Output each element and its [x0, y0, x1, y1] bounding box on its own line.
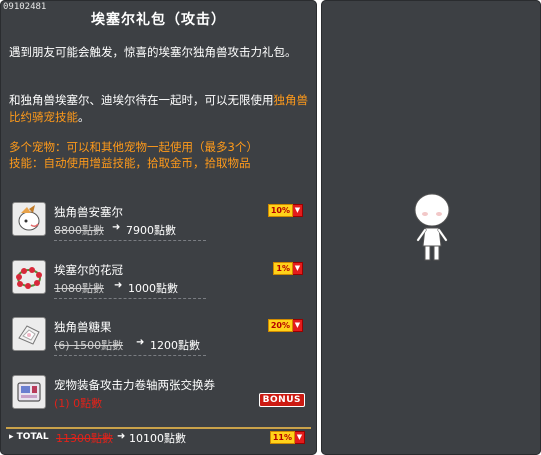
discount-percent: 11%	[269, 431, 295, 444]
usage-note-main: 和独角兽埃塞尔、迪埃尔待在一起时，可以无限使用	[9, 93, 274, 107]
discount-badge: 10% ▼	[267, 204, 303, 217]
arrow-right-icon: ➜	[136, 337, 145, 348]
package-item[interactable]: 宠物装备攻击力卷轴两张交换券 (1) 0點數 BONUS	[10, 371, 307, 419]
item-original-price: (6) 1500點數	[54, 339, 124, 352]
total-label-text: TOTAL	[16, 432, 49, 442]
package-description: 遇到朋友可能会触发，惊喜的埃塞尔独角兽攻击力礼包。	[9, 45, 297, 59]
candy-icon	[12, 317, 46, 351]
item-name: 独角兽安塞尔	[54, 205, 123, 219]
divider	[54, 240, 206, 241]
character-preview-panel	[321, 0, 541, 455]
arrow-down-icon: ▼	[295, 431, 305, 444]
multi-pet-note: 多个宠物：可以和其他宠物一起使用（最多3个）	[9, 140, 258, 154]
unicorn-pet-icon	[12, 202, 46, 236]
discount-percent: 10%	[267, 204, 293, 217]
arrow-down-icon: ▼	[293, 204, 303, 217]
bonus-badge: BONUS	[258, 393, 305, 407]
total-label: ▸ TOTAL	[9, 432, 49, 442]
item-sale-price: 1200點數	[150, 339, 200, 352]
package-title: 埃塞尔礼包（攻击）	[91, 12, 226, 28]
item-name: 宠物装备攻击力卷轴两张交换券	[54, 378, 215, 392]
item-sale-price: 1000點數	[128, 282, 178, 295]
arrow-right-icon: ➜	[114, 280, 123, 291]
skills-note: 技能：自动使用增益技能，拾取金币，拾取物品	[9, 156, 251, 170]
total-original-price: 11300點數	[56, 432, 113, 445]
item-original-price: (1) 0點數	[54, 397, 103, 410]
package-usage-note: 和独角兽埃塞尔、迪埃尔待在一起时，可以无限使用独角兽比约骑宠技能。	[9, 92, 309, 126]
flower-crown-icon	[12, 260, 46, 294]
arrow-down-icon: ▼	[293, 319, 303, 332]
discount-percent: 1%	[273, 262, 293, 275]
arrow-right-icon: ➜	[117, 431, 126, 442]
item-name: 独角兽糖果	[54, 320, 112, 334]
character-preview-avatar	[409, 190, 455, 265]
item-original-price: 1080點數	[54, 282, 104, 295]
discount-percent: 20%	[267, 319, 293, 332]
package-item[interactable]: 埃塞尔的花冠 1080點數 ➜ 1000點數 1% ▼	[10, 256, 307, 304]
item-name: 埃塞尔的花冠	[54, 263, 123, 277]
divider	[54, 355, 206, 356]
item-sale-price: 7900點數	[126, 224, 176, 237]
total-row: ▸ TOTAL 11300點數 ➜ 10100點數 11% ▼	[0, 422, 317, 452]
package-item[interactable]: 独角兽糖果 (6) 1500點數 ➜ 1200點數 20% ▼	[10, 313, 307, 361]
total-sale-price: 10100點數	[129, 432, 186, 445]
discount-badge: 1% ▼	[273, 262, 303, 275]
usage-note-end: 。	[78, 110, 90, 124]
scroll-coupon-icon	[12, 375, 46, 409]
package-info-panel: 09102481 埃塞尔礼包（攻击） 遇到朋友可能会触发，惊喜的埃塞尔独角兽攻击…	[0, 0, 317, 455]
total-divider	[6, 427, 311, 429]
item-original-price: 8800點數	[54, 224, 104, 237]
discount-badge: 20% ▼	[267, 319, 303, 332]
package-item[interactable]: 独角兽安塞尔 8800點數 ➜ 7900點數 10% ▼	[10, 198, 307, 246]
total-discount-badge: 11% ▼	[269, 431, 305, 444]
arrow-right-icon: ➜	[112, 222, 121, 233]
arrow-down-icon: ▼	[293, 262, 303, 275]
divider	[54, 298, 206, 299]
